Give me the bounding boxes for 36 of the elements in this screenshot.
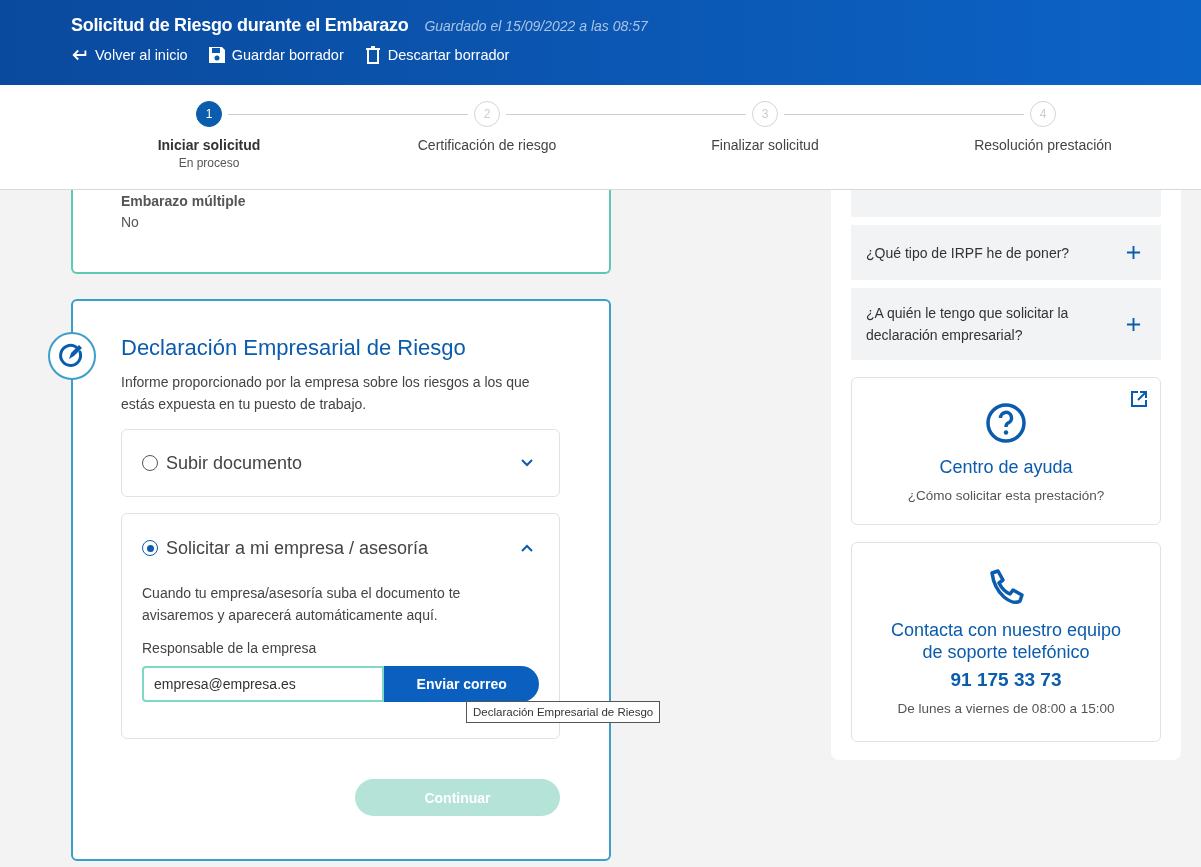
send-email-button[interactable]: Enviar correo [384,666,539,702]
external-link-icon[interactable] [1130,390,1148,408]
field-label: Responsable de la empresa [142,640,318,656]
step-number: 1 [196,101,222,127]
chevron-up-icon[interactable] [520,543,534,553]
step-status: En proceso [178,156,240,170]
trash-icon [363,46,382,64]
field-value: No [121,214,139,230]
email-input[interactable]: empresa@empresa.es [142,666,385,702]
chevron-down-icon[interactable] [520,458,534,468]
header-link[interactable]: Guardar borrador [207,46,344,64]
tooltip: Declaración Empresarial de Riesgo [466,701,661,723]
step-label[interactable]: Certificación de riesgo [417,137,557,153]
step-label[interactable]: Iniciar solicitud [157,137,261,153]
faq-item[interactable]: ¿Qué tipo de IRPF he de poner? [851,225,1161,280]
section-description: Informe proporcionado por la empresa sobre los riesgos a los que estás expuesta en tu puesto de trabajo. [121,373,531,414]
card-title: Contacta con nuestro equipo de soporte telefónico [889,619,1123,663]
option-label[interactable]: Solicitar a mi empresa / asesoría [166,537,512,559]
header-link[interactable]: Volver al inicio [71,46,188,64]
help-icon [985,402,1027,444]
section-title: Declaración Empresarial de Riesgo [121,335,467,361]
page-title: Solicitud de Riesgo durante el Embarazo [71,15,409,36]
step-label[interactable]: Resolución prestación [974,137,1112,153]
save-icon [207,46,226,64]
faq-item[interactable]: ¿A quién le tengo que solicitar la declaración empresarial? [851,288,1161,360]
field-label: Embarazo múltiple [121,193,246,209]
header-link[interactable]: Descartar borrador [363,46,510,64]
option-description: Cuando tu empresa/asesoría suba el documento te avisaremos y aparecerá automáticamente aquí. [142,584,462,625]
card-title: Centro de ayuda [938,456,1074,478]
card-subtitle: ¿Cómo solicitar esta prestación? [907,488,1105,503]
opening-hours: De lunes a viernes de 08:00 a 15:00 [897,701,1115,716]
help-center-card[interactable]: Centro de ayuda ¿Cómo solicitar esta prestación? [851,377,1161,525]
option-label[interactable]: Subir documento [166,452,512,474]
step-label[interactable]: Finalizar solicitud [711,137,819,153]
saved-status: Guardado el 15/09/2022 a las 08:57 [424,18,648,34]
phone-number: 91 175 33 73 [950,669,1062,691]
